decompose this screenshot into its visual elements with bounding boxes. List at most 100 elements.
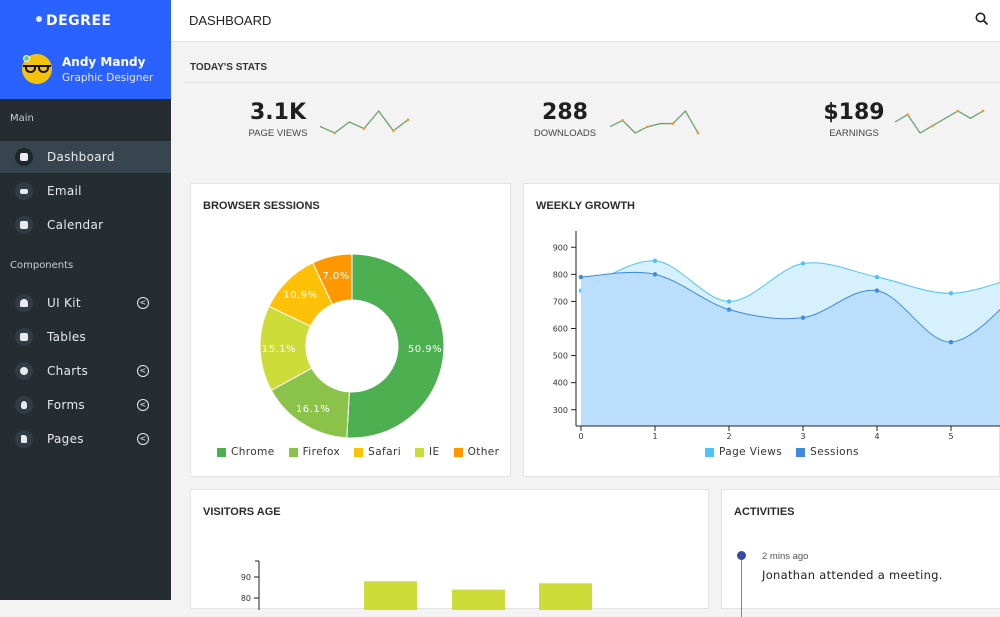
legend-item-other[interactable]: Other (453, 446, 500, 458)
card-title: ACTIVITIES (734, 506, 795, 518)
y-tick-label: 600 (553, 325, 568, 334)
activity-time: 2 mins ago (762, 551, 809, 562)
sparkline-point (671, 122, 675, 125)
sparkline-point (931, 124, 935, 128)
data-point-sessions-5 (948, 339, 954, 345)
legend-item-chrome[interactable]: Chrome (217, 446, 275, 458)
sidebar-item-label: Pages (47, 432, 84, 446)
x-tick-label: 1 (652, 432, 657, 441)
sparkline-point (621, 119, 624, 122)
section-label-components: Components (10, 260, 74, 271)
y-tick-label: 900 (553, 243, 568, 252)
chevron-left-icon[interactable]: < (137, 433, 149, 445)
brand-logo[interactable]: DEGREE (36, 13, 112, 29)
data-point-page-views-5 (948, 291, 954, 296)
data-point-page-views-2 (726, 299, 732, 304)
sparkline-point (646, 125, 650, 129)
activity-text[interactable]: Jonathan attended a meeting. (762, 568, 943, 582)
activities-card: ACTIVITIES 2 mins ago Jonathan attended … (721, 489, 1000, 617)
stats-title: TODAY'S STATS (190, 62, 268, 73)
data-point-sessions-3 (800, 315, 806, 320)
sidebar-item-email[interactable]: Email (0, 175, 171, 207)
sparkline-point (362, 127, 366, 130)
glasses-lens-left (25, 65, 36, 73)
ui-kit-icon (15, 294, 33, 312)
sidebar-item-ui-kit[interactable]: UI Kit < (0, 287, 171, 319)
brand-dot-icon (36, 16, 42, 22)
timeline-dot-icon (737, 551, 746, 560)
legend-item-ie[interactable]: IE (415, 446, 440, 458)
y-tick-label: 90 (241, 573, 251, 582)
section-label-main: Main (10, 113, 34, 124)
legend-label: IE (429, 446, 440, 458)
y-tick-label: 700 (553, 297, 568, 306)
legend-item-firefox[interactable]: Firefox (288, 446, 341, 458)
sidebar-item-label: Calendar (47, 218, 104, 232)
sidebar-item-label: Tables (47, 330, 87, 344)
legend-swatch (415, 447, 425, 457)
search-icon[interactable] (975, 12, 989, 26)
tables-icon (15, 328, 33, 346)
legend-swatch (217, 447, 226, 457)
visitors-age-bar-chart: 80 90 (241, 560, 592, 610)
legend-item-safari[interactable]: Safari (354, 446, 401, 458)
y-tick-label: 80 (241, 594, 251, 603)
browser-sessions-donut-chart: 50.9% 16.1% 15.1% 10.9% 7.0% (259, 253, 445, 439)
chevron-left-icon[interactable]: < (137, 399, 149, 411)
dashboard-icon (15, 148, 33, 166)
sidebar-item-calendar[interactable]: Calendar (0, 209, 171, 241)
pie-label-chrome: 50.9% (408, 344, 442, 355)
stat-label: PAGE VIEWS (248, 128, 308, 139)
stat-label: DOWNLOADS (533, 128, 597, 139)
sidebar-header: DEGREE Andy Mandy Graphic Designer (0, 0, 171, 99)
y-tick-label: 300 (553, 406, 568, 415)
online-status-dot (23, 55, 30, 62)
legend-label: Page Views (719, 446, 783, 458)
forms-icon (15, 396, 33, 414)
sidebar-item-tables[interactable]: Tables (0, 321, 171, 353)
legend-item-page-views[interactable]: Page Views (705, 446, 782, 458)
sidebar: DEGREE Andy Mandy Graphic Designer Main … (0, 0, 171, 600)
sidebar-item-label: Charts (47, 364, 89, 378)
sparkline-path (609, 109, 699, 134)
data-point-page-views-1 (652, 258, 658, 263)
sparkline-point (696, 131, 700, 135)
sidebar-item-forms[interactable]: Forms < (0, 389, 171, 421)
weekly-growth-card: WEEKLY GROWTH 300 400 500 600 700 800 900 0 1 2 3 4… (523, 183, 1000, 477)
legend-label: Firefox (302, 446, 341, 458)
sidebar-item-pages[interactable]: Pages < (0, 423, 171, 455)
pages-icon (15, 430, 33, 448)
stat-value: 3.1K (249, 100, 307, 125)
x-tick-label: 3 (800, 432, 805, 441)
sparkline-point (406, 118, 410, 122)
sparkline-point (391, 129, 395, 133)
data-point-sessions-0 (578, 274, 584, 280)
x-tick-label: 0 (578, 432, 583, 441)
chevron-left-icon[interactable]: < (137, 297, 149, 309)
sparkline-point (981, 109, 985, 113)
bar-0 (364, 581, 417, 610)
stat-value: $189 (823, 100, 885, 125)
sidebar-item-charts[interactable]: Charts < (0, 355, 171, 387)
user-role: Graphic Designer (62, 72, 154, 84)
legend-swatch (705, 447, 714, 457)
data-point-sessions-1 (652, 272, 658, 277)
legend-label: Sessions (810, 446, 859, 458)
charts-icon (15, 362, 33, 380)
sparkline-point (906, 113, 909, 117)
legend-item-sessions[interactable]: Sessions (796, 446, 859, 458)
y-tick-label: 500 (553, 352, 568, 361)
chevron-left-icon[interactable]: < (137, 365, 149, 377)
weekly-growth-legend: Page Views Sessions (705, 446, 859, 458)
y-tick-label: 800 (553, 270, 568, 279)
timeline-line (741, 557, 742, 617)
pie-label-firefox: 16.1% (296, 404, 330, 415)
sidebar-item-dashboard[interactable]: Dashboard (0, 141, 171, 173)
weekly-growth-area-chart: 300 400 500 600 700 800 900 0 1 2 3 4 5 (553, 231, 1000, 441)
sparkline-page-views (319, 109, 410, 135)
pie-label-ie: 15.1% (262, 344, 296, 355)
pie-label-safari: 10.9% (283, 290, 317, 301)
stat-value: 288 (542, 100, 588, 125)
legend-swatch (354, 447, 364, 457)
brand-name: DEGREE (46, 13, 112, 29)
